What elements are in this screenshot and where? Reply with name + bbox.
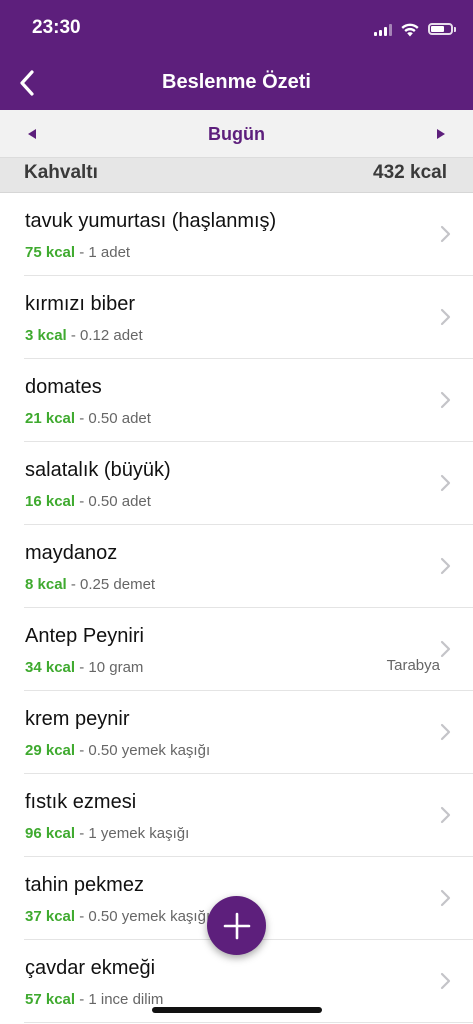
food-details: 37 kcal - 0.50 yemek kaşığı (25, 908, 210, 925)
triangle-right-icon (437, 129, 445, 139)
food-details: 96 kcal - 1 yemek kaşığı (25, 825, 189, 842)
food-list-item[interactable]: kırmızı biber 3 kcal - 0.12 adet (0, 276, 473, 359)
food-list-item[interactable]: fıstık ezmesi 96 kcal - 1 yemek kaşığı (0, 774, 473, 857)
food-name: domates (25, 376, 102, 398)
food-list-item[interactable]: krem peynir 29 kcal - 0.50 yemek kaşığı (0, 691, 473, 774)
food-amount: - 0.50 yemek kaşığı (75, 742, 211, 759)
food-list-item[interactable]: tavuk yumurtası (haşlanmış) 75 kcal - 1 a… (0, 193, 473, 276)
food-name: salatalık (büyük) (25, 459, 171, 481)
next-day-button[interactable] (431, 124, 451, 144)
date-label[interactable]: Bugün (0, 124, 473, 145)
food-list-item[interactable]: domates 21 kcal - 0.50 adet (0, 359, 473, 442)
food-amount: - 1 adet (75, 244, 131, 261)
food-amount: - 0.50 yemek kaşığı (75, 908, 211, 925)
chevron-right-icon (440, 723, 451, 741)
food-list-item[interactable]: salatalık (büyük) 16 kcal - 0.50 adet (0, 442, 473, 525)
meal-section-header: Kahvaltı 432 kcal (0, 158, 473, 193)
food-amount: - 1 ince dilim (75, 991, 164, 1008)
food-list-item[interactable]: Antep Peyniri 34 kcal - 10 gram Tarabya (0, 608, 473, 691)
food-details: 29 kcal - 0.50 yemek kaşığı (25, 742, 210, 759)
food-calories: 57 kcal (25, 991, 76, 1008)
plus-icon (223, 912, 250, 939)
food-name: krem peynir (25, 708, 130, 730)
chevron-right-icon (440, 806, 451, 824)
food-details: 75 kcal - 1 adet (25, 244, 130, 261)
food-details: 21 kcal - 0.50 adet (25, 410, 151, 427)
food-amount: - 1 yemek kaşığı (75, 825, 190, 842)
chevron-right-icon (440, 557, 451, 575)
home-indicator (152, 1007, 322, 1013)
food-amount: - 0.12 adet (66, 327, 143, 344)
chevron-right-icon (440, 474, 451, 492)
food-calories: 16 kcal (25, 493, 76, 510)
food-calories: 96 kcal (25, 825, 76, 842)
food-list-item[interactable]: maydanoz 8 kcal - 0.25 demet (0, 525, 473, 608)
navigation-bar: Beslenme Özeti (0, 56, 473, 110)
food-amount: - 10 gram (75, 659, 144, 676)
status-time: 23:30 (32, 17, 81, 38)
food-name: tavuk yumurtası (haşlanmış) (25, 210, 277, 232)
food-name: Antep Peyniri (25, 625, 144, 647)
food-details: 8 kcal - 0.25 demet (25, 576, 155, 593)
food-details: 57 kcal - 1 ince dilim (25, 991, 163, 1008)
add-food-button[interactable] (207, 896, 266, 955)
page-title: Beslenme Özeti (162, 71, 311, 93)
chevron-right-icon (440, 391, 451, 409)
chevron-right-icon (440, 308, 451, 326)
food-calories: 8 kcal (25, 576, 67, 593)
food-calories: 3 kcal (25, 327, 67, 344)
food-calories: 34 kcal (25, 659, 76, 676)
food-brand: Tarabya (386, 657, 440, 674)
chevron-right-icon (440, 640, 451, 658)
food-name: fıstık ezmesi (25, 791, 137, 813)
food-name: çavdar ekmeği (25, 957, 156, 979)
signal-icon (374, 23, 392, 36)
food-details: 34 kcal - 10 gram (25, 659, 143, 676)
food-amount: - 0.50 adet (75, 493, 151, 510)
food-details: 16 kcal - 0.50 adet (25, 493, 151, 510)
chevron-right-icon (440, 225, 451, 243)
food-calories: 37 kcal (25, 908, 76, 925)
meal-total-calories: 432 kcal (373, 162, 447, 183)
food-details: 3 kcal - 0.12 adet (25, 327, 143, 344)
date-navigator: Bugün (0, 110, 473, 158)
meal-title: Kahvaltı (24, 162, 98, 183)
food-calories: 21 kcal (25, 410, 76, 427)
food-name: kırmızı biber (25, 293, 136, 315)
status-bar: 23:30 (0, 0, 473, 56)
food-name: maydanoz (25, 542, 118, 564)
wifi-icon (401, 23, 419, 36)
food-calories: 29 kcal (25, 742, 76, 759)
battery-level (431, 26, 444, 32)
chevron-right-icon (440, 972, 451, 990)
status-icons (374, 20, 456, 38)
food-calories: 75 kcal (25, 244, 76, 261)
chevron-right-icon (440, 889, 451, 907)
battery-icon (428, 23, 456, 35)
food-amount: - 0.25 demet (66, 576, 156, 593)
food-amount: - 0.50 adet (75, 410, 151, 427)
food-name: tahin pekmez (25, 874, 144, 896)
